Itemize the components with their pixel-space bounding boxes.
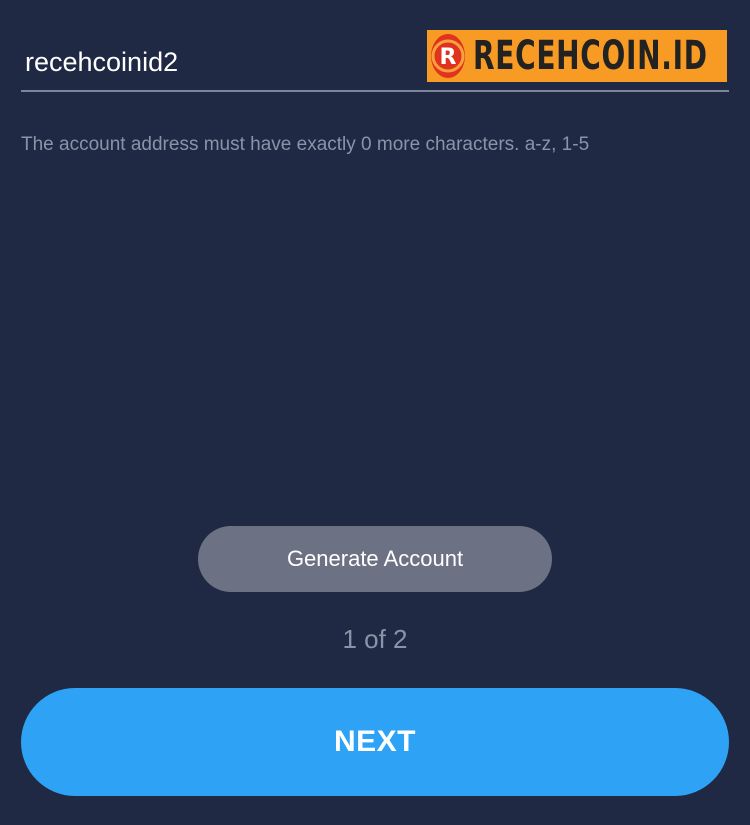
watermark-text: RECEHCOIN.ID: [473, 33, 708, 79]
recehcoin-logo-icon: R: [431, 34, 465, 78]
logo-letter: R: [440, 45, 457, 70]
next-button[interactable]: NEXT: [21, 688, 729, 796]
account-name-input[interactable]: [25, 44, 405, 80]
account-hint-text: The account address must have exactly 0 …: [21, 134, 590, 155]
step-counter: 1 of 2: [342, 624, 408, 654]
logo-r-mark: R: [431, 39, 465, 73]
generate-account-button[interactable]: Generate Account: [198, 526, 552, 592]
recehcoin-watermark: R RECEHCOIN.ID: [427, 30, 727, 82]
